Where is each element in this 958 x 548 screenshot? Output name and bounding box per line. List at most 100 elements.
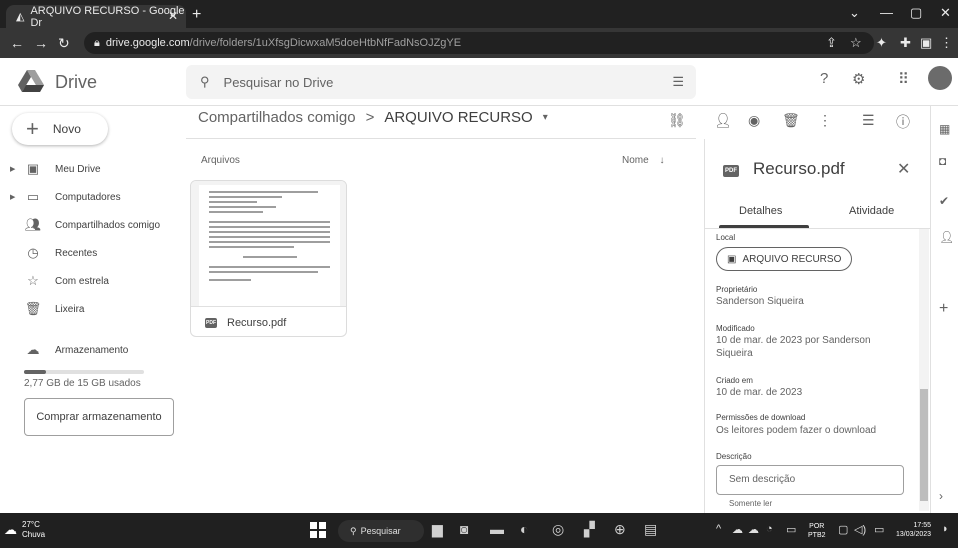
tab-activity[interactable]: Atividade [849,205,894,217]
breadcrumb-dropdown-icon[interactable]: ▾ [543,112,548,123]
tray-onedrive-icon[interactable]: ☁︎ [748,523,759,536]
description-input[interactable]: Sem descrição [716,465,904,495]
sidebar-item-trash[interactable]: 🗑︎ Lixeira [0,297,180,321]
tab-details[interactable]: Detalhes [739,205,782,217]
settings-gear-icon[interactable]: ⚙ [852,70,865,88]
tasks-icon[interactable]: ✔ [939,194,949,208]
bookmark-star-icon[interactable]: ☆ [850,35,862,51]
main-divider [186,138,696,139]
media-icon[interactable]: ◙ [460,521,468,537]
folder-icon[interactable]: ▬ [490,521,504,537]
drive-logo-icon[interactable] [18,70,44,92]
sidebar-item-storage[interactable]: ☁︎ Armazenamento [0,338,180,362]
edge-icon[interactable]: ◐ [520,521,528,537]
notifications-icon[interactable]: ◗ [942,523,949,535]
breadcrumb-parent[interactable]: Compartilhados comigo [198,109,356,126]
search-options-icon[interactable]: ☰ [672,74,684,90]
restore-icon[interactable]: ▢ [910,5,922,21]
clock-time: 17:55 [913,522,932,529]
battery-icon[interactable]: ▭ [874,523,884,536]
info-icon[interactable]: ⓘ [896,112,910,132]
contacts-icon[interactable]: 👤︎ [939,230,954,244]
new-button[interactable]: + Novo [12,113,108,145]
puzzle-icon[interactable]: ✚ [900,35,911,51]
share-icon[interactable]: ⇪ [826,35,837,51]
buy-storage-button[interactable]: Comprar armazenamento [24,398,174,436]
file-card[interactable]: PDF Recurso.pdf [190,180,347,337]
breadcrumb: Compartilhados comigo > ARQUIVO RECURSO … [198,109,548,126]
back-icon[interactable]: ← [10,35,24,51]
browser-tab[interactable]: ◭ ARQUIVO RECURSO - Google Dr ✕ [6,5,186,29]
teams-icon[interactable]: ▞ [584,521,595,538]
people-icon: 👥︎ [24,217,42,232]
file-card-footer[interactable]: PDF Recurso.pdf [191,306,346,336]
help-icon[interactable]: ? [820,70,828,87]
window-close-icon[interactable]: ✕ [940,5,951,21]
tray-chevron-icon[interactable]: ^ [716,523,721,535]
forward-icon[interactable]: → [34,35,48,51]
windows-start-icon[interactable] [310,522,326,538]
url-field[interactable]: 🔒︎ drive.google.com/drive/folders/1uXfsg… [84,32,874,54]
expand-rail-icon[interactable]: › [939,489,943,503]
keep-icon[interactable]: ◘ [939,154,946,168]
minimize-icon[interactable]: — [880,5,893,20]
drive-header: Drive ⚲ Pesquisar no Drive ☰ [0,58,958,106]
tray-keyboard-icon[interactable]: ▭ [786,523,796,536]
permissions-value: Os leitores podem fazer o download [716,425,877,436]
new-label: Novo [52,122,81,136]
sidebar-item-shared[interactable]: 👥︎ Compartilhados comigo [0,213,180,237]
search-input[interactable]: Pesquisar no Drive [224,75,334,90]
chrome-profile-icon[interactable]: ⊕ [614,521,626,538]
add-person-icon[interactable]: 👤︎ [714,112,732,129]
sidebar-item-computers[interactable]: ▶ ▭ Computadores [0,185,180,209]
delete-icon[interactable]: 🗑︎ [782,112,800,129]
file-name[interactable]: Recurso.pdf [227,317,286,329]
language-indicator[interactable]: POR PTB2 [808,522,826,540]
extension-icon[interactable]: ✦ [876,35,887,51]
expand-arrow-icon[interactable]: ▶ [10,165,15,173]
avatar[interactable] [928,66,952,90]
taskbar-search-label: Pesquisar [360,526,401,536]
sidebar-item-starred[interactable]: ☆ Com estrela [0,269,180,293]
link-icon[interactable]: ⛓︎ [668,112,686,129]
search-icon[interactable]: ⚲ [200,74,210,90]
preview-eye-icon[interactable]: ◉ [748,112,760,129]
add-addon-icon[interactable]: + [939,300,948,318]
tray-cloud-icon[interactable]: ☁︎ [732,523,743,536]
notepad-icon[interactable]: ▤ [644,521,657,538]
scrollbar-thumb[interactable] [920,389,928,501]
more-actions-icon[interactable]: ⋮ [818,112,832,129]
search-icon: ⚲ [350,525,357,536]
tab-search-icon[interactable]: ⌄ [849,5,860,21]
taskbar-search[interactable]: ⚲ Pesquisar [338,520,424,542]
tab-close-icon[interactable]: ✕ [168,9,178,23]
drive-brand[interactable]: Drive [55,72,97,93]
menu-dots-icon[interactable]: ⋮ [940,35,953,51]
search-box[interactable]: ⚲ Pesquisar no Drive ☰ [186,65,696,99]
expand-arrow-icon[interactable]: ▶ [10,193,15,201]
sidebar-item-my-drive[interactable]: ▶ ▣ Meu Drive [0,157,180,181]
breadcrumb-current[interactable]: ARQUIVO RECURSO [384,109,532,126]
details-panel: PDF Recurso.pdf ✕ Detalhes Atividade Loc… [704,139,930,513]
location-chip[interactable]: ▣ ARQUIVO RECURSO [716,247,853,271]
weather-widget[interactable]: 27°C Chuva [22,520,45,540]
clock[interactable]: 17:55 13/03/2023 [896,521,931,539]
chrome-icon[interactable]: ◎ [552,521,564,538]
new-tab-icon[interactable]: + [192,6,201,24]
owner-label: Proprietário [716,285,758,294]
sidepanel-icon[interactable]: ▣ [920,35,932,51]
apps-grid-icon[interactable]: ⠿ [898,70,909,88]
volume-icon[interactable]: ◁) [854,523,866,536]
close-details-icon[interactable]: ✕ [897,159,910,179]
list-view-icon[interactable]: ☰ [862,112,875,129]
description-label: Descrição [716,452,752,461]
sort-arrow-icon[interactable]: ↓ [659,155,664,166]
tray-app-icon[interactable]: ◔ [766,523,773,535]
calendar-icon[interactable]: ▦ [939,122,950,136]
tray-display-icon[interactable]: ▢ [838,523,848,536]
sidebar-item-recent[interactable]: ◷ Recentes [0,241,180,265]
sort-control[interactable]: Nome ↓ [622,155,664,166]
file-explorer-icon[interactable]: ▆ [432,521,443,538]
reload-icon[interactable]: ↻ [58,35,70,52]
details-scrollbar[interactable] [919,229,929,511]
